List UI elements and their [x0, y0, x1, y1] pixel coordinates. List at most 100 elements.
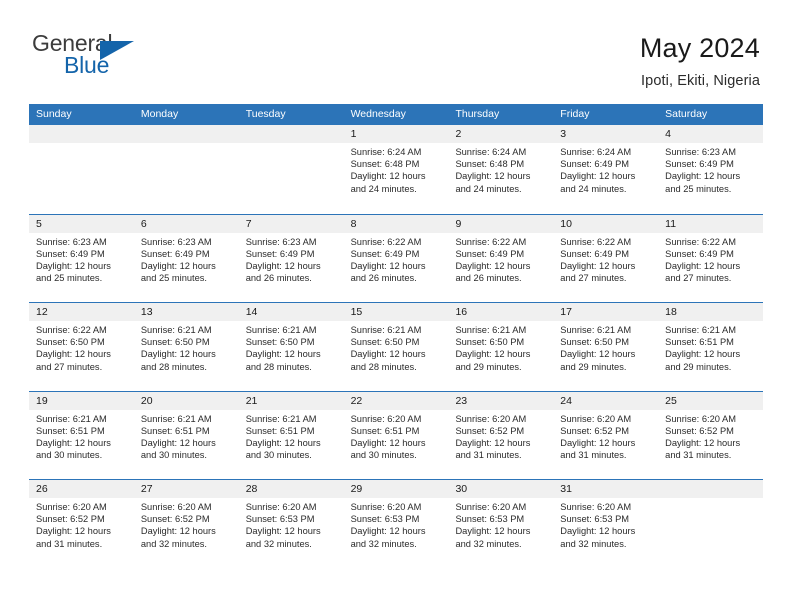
calendar-day-cell[interactable]: 4 Sunrise: 6:23 AM Sunset: 6:49 PM Daylig…: [658, 125, 764, 214]
calendar-day-cell[interactable]: 1 Sunrise: 6:24 AM Sunset: 6:48 PM Daylig…: [343, 125, 449, 214]
day-sun-info: Sunrise: 6:23 AM Sunset: 6:49 PM Dayligh…: [245, 236, 321, 284]
day-sun-info: Sunrise: 6:23 AM Sunset: 6:49 PM Dayligh…: [140, 236, 216, 284]
day-number: 5: [29, 214, 134, 233]
calendar-grid: Sunday Monday Tuesday Wednesday Thursday Frid…: [29, 104, 764, 568]
calendar-day-cell[interactable]: 25 Sunrise: 6:20 AM Sunset: 6:52 PM Dayli…: [658, 391, 764, 479]
day-sun-info: Sunrise: 6:20 AM Sunset: 6:53 PM Dayligh…: [560, 502, 636, 549]
day-sun-info: Sunrise: 6:22 AM Sunset: 6:49 PM Dayligh…: [665, 236, 741, 284]
day-sun-info: Sunrise: 6:23 AM Sunset: 6:49 PM Dayligh…: [36, 236, 111, 284]
day-number: 22: [343, 391, 449, 410]
calendar-day-cell[interactable]: 12 Sunrise: 6:22 AM Sunset: 6:50 PM Dayli…: [29, 303, 134, 391]
calendar-week-row: 19 Sunrise: 6:21 AM Sunset: 6:51 PM Dayli…: [29, 390, 764, 479]
calendar-day-cell[interactable]: 20 Sunrise: 6:21 AM Sunset: 6:51 PM Dayli…: [133, 391, 239, 479]
day-number: 7: [238, 214, 344, 233]
calendar-day-cell[interactable]: 14 Sunrise: 6:21 AM Sunset: 6:50 PM Dayli…: [238, 303, 344, 391]
calendar-day-cell[interactable]: 8 Sunrise: 6:22 AM Sunset: 6:49 PM Daylig…: [343, 214, 449, 302]
location-subtitle: Ipoti, Ekiti, Nigeria: [641, 72, 760, 89]
day-sun-info: Sunrise: 6:20 AM Sunset: 6:53 PM Dayligh…: [350, 502, 426, 549]
day-number: 14: [238, 303, 344, 321]
calendar-day-cell[interactable]: 6 Sunrise: 6:23 AM Sunset: 6:49 PM Daylig…: [133, 214, 239, 302]
calendar-week-row: 26 Sunrise: 6:20 AM Sunset: 6:52 PM Dayli…: [29, 479, 764, 568]
calendar-day-cell[interactable]: 27 Sunrise: 6:20 AM Sunset: 6:52 PM Dayli…: [133, 480, 239, 568]
day-number: 12: [29, 303, 134, 321]
day-sun-info: Sunrise: 6:21 AM Sunset: 6:51 PM Dayligh…: [245, 413, 321, 461]
weekday-header-monday: Monday: [140, 108, 179, 120]
day-number: 3: [553, 125, 659, 143]
calendar-day-cell[interactable]: 11 Sunrise: 6:22 AM Sunset: 6:49 PM Dayli…: [658, 214, 764, 302]
calendar-day-cell[interactable]: 22 Sunrise: 6:20 AM Sunset: 6:51 PM Dayli…: [343, 391, 449, 479]
day-number: 20: [133, 391, 239, 410]
calendar-week-row: 5 Sunrise: 6:23 AM Sunset: 6:49 PM Daylig…: [29, 213, 764, 302]
day-number: [658, 480, 764, 498]
day-sun-info: Sunrise: 6:21 AM Sunset: 6:50 PM Dayligh…: [455, 325, 531, 372]
day-number: [29, 125, 134, 143]
calendar-day-cell-empty: [29, 125, 134, 214]
calendar-day-cell[interactable]: 31 Sunrise: 6:20 AM Sunset: 6:53 PM Dayli…: [553, 480, 659, 568]
calendar-day-cell[interactable]: 3 Sunrise: 6:24 AM Sunset: 6:49 PM Daylig…: [553, 125, 659, 214]
day-sun-info: Sunrise: 6:20 AM Sunset: 6:52 PM Dayligh…: [36, 502, 111, 549]
calendar-day-cell-empty: [133, 125, 239, 214]
calendar-day-cell[interactable]: 28 Sunrise: 6:20 AM Sunset: 6:53 PM Dayli…: [238, 480, 344, 568]
day-sun-info: Sunrise: 6:22 AM Sunset: 6:49 PM Dayligh…: [560, 236, 636, 284]
calendar-day-cell[interactable]: 2 Sunrise: 6:24 AM Sunset: 6:48 PM Daylig…: [448, 125, 554, 214]
calendar-day-cell[interactable]: 17 Sunrise: 6:21 AM Sunset: 6:50 PM Dayli…: [553, 303, 659, 391]
calendar-page: General Blue May 2024 Ipoti, Ekiti, Nige…: [0, 0, 792, 612]
calendar-day-cell[interactable]: 29 Sunrise: 6:20 AM Sunset: 6:53 PM Dayli…: [343, 480, 449, 568]
day-number: 19: [29, 391, 134, 410]
day-sun-info: [658, 498, 763, 501]
day-sun-info: Sunrise: 6:21 AM Sunset: 6:50 PM Dayligh…: [350, 325, 426, 372]
page-title: May 2024: [639, 33, 760, 63]
weekday-header-tuesday: Tuesday: [245, 108, 286, 120]
day-number: 8: [343, 214, 449, 233]
day-number: 16: [448, 303, 554, 321]
day-sun-info: Sunrise: 6:20 AM Sunset: 6:52 PM Dayligh…: [455, 413, 531, 461]
day-sun-info: Sunrise: 6:21 AM Sunset: 6:50 PM Dayligh…: [245, 325, 321, 372]
day-sun-info: [134, 143, 239, 146]
calendar-day-cell[interactable]: 24 Sunrise: 6:20 AM Sunset: 6:52 PM Dayli…: [553, 391, 659, 479]
calendar-weeks: 1 Sunrise: 6:24 AM Sunset: 6:48 PM Daylig…: [29, 125, 764, 568]
day-number: 25: [658, 391, 764, 410]
page-header: General Blue May 2024 Ipoti, Ekiti, Nige…: [0, 0, 792, 104]
weekday-header-sunday: Sunday: [36, 108, 72, 120]
day-sun-info: Sunrise: 6:21 AM Sunset: 6:51 PM Dayligh…: [665, 325, 741, 372]
day-number: 9: [448, 214, 554, 233]
day-number: 30: [448, 480, 554, 498]
calendar-day-cell[interactable]: 23 Sunrise: 6:20 AM Sunset: 6:52 PM Dayli…: [448, 391, 554, 479]
day-number: 10: [553, 214, 659, 233]
calendar-day-cell[interactable]: 9 Sunrise: 6:22 AM Sunset: 6:49 PM Daylig…: [448, 214, 554, 302]
day-sun-info: Sunrise: 6:20 AM Sunset: 6:53 PM Dayligh…: [245, 502, 321, 549]
day-sun-info: Sunrise: 6:24 AM Sunset: 6:48 PM Dayligh…: [350, 147, 426, 194]
calendar-day-cell[interactable]: 15 Sunrise: 6:21 AM Sunset: 6:50 PM Dayli…: [343, 303, 449, 391]
calendar-day-cell[interactable]: 16 Sunrise: 6:21 AM Sunset: 6:50 PM Dayli…: [448, 303, 554, 391]
brand-logo[interactable]: General Blue: [32, 32, 162, 88]
day-sun-info: Sunrise: 6:20 AM Sunset: 6:52 PM Dayligh…: [560, 413, 636, 461]
day-sun-info: Sunrise: 6:23 AM Sunset: 6:49 PM Dayligh…: [665, 147, 741, 194]
calendar-day-cell[interactable]: 10 Sunrise: 6:22 AM Sunset: 6:49 PM Dayli…: [553, 214, 659, 302]
day-number: 28: [238, 480, 344, 498]
calendar-day-cell[interactable]: 5 Sunrise: 6:23 AM Sunset: 6:49 PM Daylig…: [29, 214, 134, 302]
weekday-header-thursday: Thursday: [455, 108, 500, 120]
calendar-day-cell[interactable]: 26 Sunrise: 6:20 AM Sunset: 6:52 PM Dayli…: [29, 480, 134, 568]
calendar-day-cell-empty: [238, 125, 344, 214]
calendar-day-cell[interactable]: 18 Sunrise: 6:21 AM Sunset: 6:51 PM Dayli…: [658, 303, 764, 391]
calendar-day-cell[interactable]: 19 Sunrise: 6:21 AM Sunset: 6:51 PM Dayli…: [29, 391, 134, 479]
day-number: 29: [343, 480, 449, 498]
day-number: 26: [29, 480, 134, 498]
day-number: [133, 125, 239, 143]
day-number: 27: [133, 480, 239, 498]
day-number: 11: [658, 214, 764, 233]
calendar-day-cell[interactable]: 21 Sunrise: 6:21 AM Sunset: 6:51 PM Dayli…: [238, 391, 344, 479]
day-number: 1: [343, 125, 449, 143]
calendar-day-cell[interactable]: 7 Sunrise: 6:23 AM Sunset: 6:49 PM Daylig…: [238, 214, 344, 302]
day-sun-info: Sunrise: 6:22 AM Sunset: 6:50 PM Dayligh…: [36, 325, 111, 372]
day-number: 31: [553, 480, 659, 498]
day-number: 6: [133, 214, 239, 233]
weekday-header-wednesday: Wednesday: [350, 108, 406, 120]
day-sun-info: Sunrise: 6:24 AM Sunset: 6:49 PM Dayligh…: [560, 147, 636, 194]
day-sun-info: Sunrise: 6:22 AM Sunset: 6:49 PM Dayligh…: [350, 236, 426, 284]
day-sun-info: [29, 143, 134, 146]
calendar-week-row: 1 Sunrise: 6:24 AM Sunset: 6:48 PM Daylig…: [29, 125, 764, 214]
day-number: 18: [658, 303, 764, 321]
calendar-day-cell[interactable]: 30 Sunrise: 6:20 AM Sunset: 6:53 PM Dayli…: [448, 480, 554, 568]
calendar-day-cell[interactable]: 13 Sunrise: 6:21 AM Sunset: 6:50 PM Dayli…: [133, 303, 239, 391]
